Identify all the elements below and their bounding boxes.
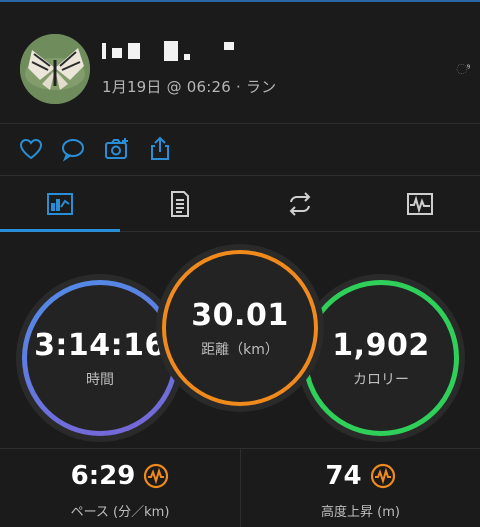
activity-header: 1月19日 @ 06:26 · ラン ಿ	[0, 2, 480, 124]
tab-details[interactable]	[120, 176, 240, 232]
activity-date-type: 1月19日 @ 06:26 · ラン	[102, 78, 277, 96]
stats-chart-icon	[47, 193, 73, 215]
time-circle[interactable]: 3:14:16 時間	[22, 280, 178, 436]
share-icon[interactable]	[148, 136, 174, 162]
pace-value: 6:29	[70, 461, 136, 491]
distance-circle[interactable]: 30.01 距離（km）	[162, 250, 318, 406]
elevation-metric[interactable]: 74 高度上昇 (m)	[240, 449, 480, 527]
pulse-badge-icon	[370, 463, 395, 489]
action-bar	[0, 124, 480, 176]
calories-label: カロリー	[353, 371, 409, 388]
waveform-chart-icon	[407, 193, 433, 215]
calories-circle[interactable]: 1,902 カロリー	[303, 280, 459, 436]
metrics-row: 6:29 ペース (分／km) 74 高度上昇 (m)	[0, 448, 480, 527]
elevation-label: 高度上昇 (m)	[321, 505, 400, 520]
pace-label: ペース (分／km)	[70, 505, 170, 520]
comment-icon[interactable]	[60, 136, 86, 162]
distance-value: 30.01	[191, 297, 289, 333]
more-menu-icon[interactable]: ಿ	[456, 62, 470, 78]
repeat-icon	[289, 192, 311, 216]
stats-summary: 3:14:16 時間 1,902 カロリー 30.01 距離（km）	[0, 232, 480, 448]
elevation-value: 74	[325, 461, 362, 491]
avatar[interactable]	[20, 34, 90, 104]
tab-charts[interactable]	[360, 176, 480, 232]
document-icon	[171, 191, 189, 217]
activity-tabs	[0, 176, 480, 232]
time-value: 3:14:16	[34, 327, 166, 363]
heart-icon[interactable]	[18, 136, 44, 162]
user-name-redacted	[102, 40, 234, 62]
tab-laps[interactable]	[240, 176, 360, 232]
time-label: 時間	[86, 371, 114, 388]
pace-metric[interactable]: 6:29 ペース (分／km)	[0, 449, 240, 527]
calories-value: 1,902	[332, 327, 430, 363]
pulse-badge-icon	[144, 463, 169, 489]
butterfly-photo	[20, 34, 90, 104]
tab-stats[interactable]	[0, 176, 120, 232]
camera-icon[interactable]	[104, 136, 130, 162]
distance-label: 距離（km）	[201, 341, 279, 358]
